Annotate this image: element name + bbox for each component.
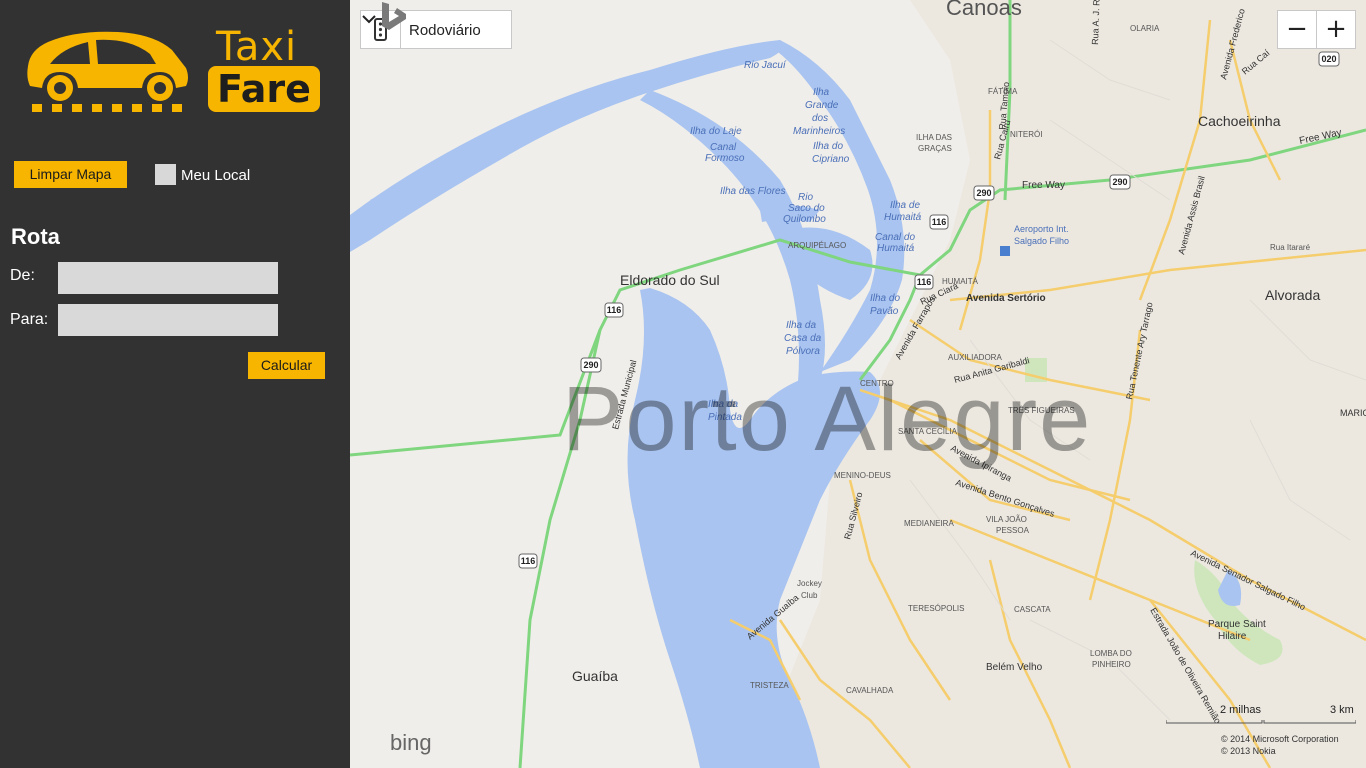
map-canvas[interactable]: 290 290 116 116 116 290 116 020 Canoas C… [350, 0, 1366, 768]
svg-text:116: 116 [917, 277, 932, 287]
map-view[interactable]: 290 290 116 116 116 290 116 020 Canoas C… [350, 0, 1366, 768]
bing-logo-icon [382, 2, 406, 30]
svg-text:Ilha de: Ilha de [890, 200, 920, 211]
app-logo: Taxi Fare [26, 24, 326, 119]
to-input[interactable] [58, 304, 278, 336]
my-location-checkbox[interactable] [155, 164, 176, 185]
zoom-controls: − + [1277, 10, 1356, 49]
svg-text:dos: dos [812, 113, 828, 124]
svg-text:Ilha da: Ilha da [786, 320, 816, 331]
svg-text:Cachoeirinha: Cachoeirinha [1198, 113, 1281, 129]
svg-text:Humaitá: Humaitá [884, 212, 922, 223]
svg-text:116: 116 [607, 305, 622, 315]
svg-text:PINHEIRO: PINHEIRO [1092, 660, 1131, 669]
svg-text:OLARIA: OLARIA [1130, 24, 1160, 33]
zoom-in-button[interactable]: + [1317, 11, 1355, 48]
svg-text:AUXILIADORA: AUXILIADORA [948, 353, 1002, 362]
svg-text:Alvorada: Alvorada [1265, 287, 1320, 303]
svg-text:Aeroporto Int.: Aeroporto Int. [1014, 224, 1069, 234]
bing-logo-text: bing [390, 730, 432, 755]
svg-text:Rio: Rio [798, 192, 813, 203]
to-label: Para: [10, 311, 49, 328]
svg-text:Pavão: Pavão [870, 306, 899, 317]
logo-fare-text: Fare [208, 66, 320, 112]
svg-text:Ilha do: Ilha do [813, 141, 843, 152]
svg-text:CAVALHADA: CAVALHADA [846, 686, 894, 695]
svg-text:NITERÓI: NITERÓI [1010, 130, 1042, 139]
scale-bar: 2 milhas 3 km [1166, 704, 1356, 724]
taxi-car-icon [27, 31, 189, 112]
svg-text:Guaíba: Guaíba [572, 668, 618, 684]
svg-text:GRAÇAS: GRAÇAS [918, 144, 952, 153]
from-label: De: [10, 267, 35, 284]
clear-map-button[interactable]: Limpar Mapa [14, 161, 127, 188]
svg-text:290: 290 [976, 188, 991, 198]
svg-text:Eldorado do Sul: Eldorado do Sul [620, 272, 720, 288]
svg-text:Canal do: Canal do [875, 232, 915, 243]
svg-text:Quilombo: Quilombo [783, 214, 826, 225]
svg-text:TERESÓPOLIS: TERESÓPOLIS [908, 604, 964, 613]
copyright-microsoft: © 2014 Microsoft Corporation [1221, 734, 1339, 744]
svg-text:290: 290 [1112, 177, 1127, 187]
svg-text:Rio Jacuí: Rio Jacuí [744, 60, 787, 71]
svg-text:Saco do: Saco do [788, 203, 825, 214]
logo-taxi-text: Taxi [216, 24, 298, 70]
scale-lines [1166, 720, 1356, 724]
my-location-label: Meu Local [181, 167, 251, 184]
route-title: Rota [11, 224, 60, 249]
svg-text:MEDIANEIRA: MEDIANEIRA [904, 519, 954, 528]
svg-text:Grande: Grande [805, 100, 839, 111]
svg-text:PESSOA: PESSOA [996, 526, 1030, 535]
svg-text:Casa da: Casa da [784, 333, 822, 344]
svg-text:Pólvora: Pólvora [786, 346, 820, 357]
svg-text:020: 020 [1321, 54, 1336, 64]
svg-text:Cipriano: Cipriano [812, 154, 850, 165]
svg-text:Belém Velho: Belém Velho [986, 662, 1043, 673]
svg-text:LOMBA DO: LOMBA DO [1090, 649, 1132, 658]
svg-text:Ilha do Laje: Ilha do Laje [690, 126, 742, 137]
sidebar: Taxi Fare Limpar Mapa Meu Local Rota De:… [0, 0, 350, 768]
svg-text:MENINO-DEUS: MENINO-DEUS [834, 471, 891, 480]
calculate-button[interactable]: Calcular [248, 352, 325, 379]
svg-text:CASCATA: CASCATA [1014, 605, 1051, 614]
svg-text:Salgado Filho: Salgado Filho [1014, 236, 1069, 246]
svg-text:Ilha do: Ilha do [870, 293, 900, 304]
svg-text:Formoso: Formoso [705, 153, 745, 164]
svg-text:TRISTEZA: TRISTEZA [750, 681, 789, 690]
copyright-nokia: © 2013 Nokia [1221, 746, 1276, 756]
svg-text:Parque Saint: Parque Saint [1208, 619, 1266, 630]
svg-text:Ilha das Flores: Ilha das Flores [720, 186, 786, 197]
svg-text:Hilaire: Hilaire [1218, 631, 1247, 642]
svg-text:Canoas: Canoas [946, 0, 1022, 20]
city-watermark-label: Porto Alegre [562, 368, 1092, 470]
svg-text:Rua Itararé: Rua Itararé [1270, 243, 1311, 252]
map-copyright: © 2014 Microsoft Corporation © 2013 Noki… [1221, 733, 1339, 757]
svg-text:Marinheiros: Marinheiros [793, 126, 845, 137]
svg-text:MARIO QUINTANA: MARIO QUINTANA [1340, 408, 1366, 418]
svg-text:Jockey: Jockey [797, 579, 822, 588]
svg-text:Humaitá: Humaitá [877, 243, 915, 254]
svg-text:116: 116 [932, 217, 947, 227]
svg-text:ARQUIPÉLAGO: ARQUIPÉLAGO [788, 241, 846, 250]
svg-text:Club: Club [801, 591, 818, 600]
svg-text:ILHA DAS: ILHA DAS [916, 133, 952, 142]
svg-text:Canal: Canal [710, 142, 737, 153]
svg-text:Avenida Sertório: Avenida Sertório [966, 293, 1046, 304]
svg-text:Ilha: Ilha [813, 87, 830, 98]
from-input[interactable] [58, 262, 278, 294]
zoom-out-button[interactable]: − [1278, 11, 1317, 48]
svg-text:VILA JOÃO: VILA JOÃO [986, 515, 1027, 524]
svg-text:Free Way: Free Way [1022, 180, 1065, 191]
svg-text:116: 116 [521, 556, 536, 566]
